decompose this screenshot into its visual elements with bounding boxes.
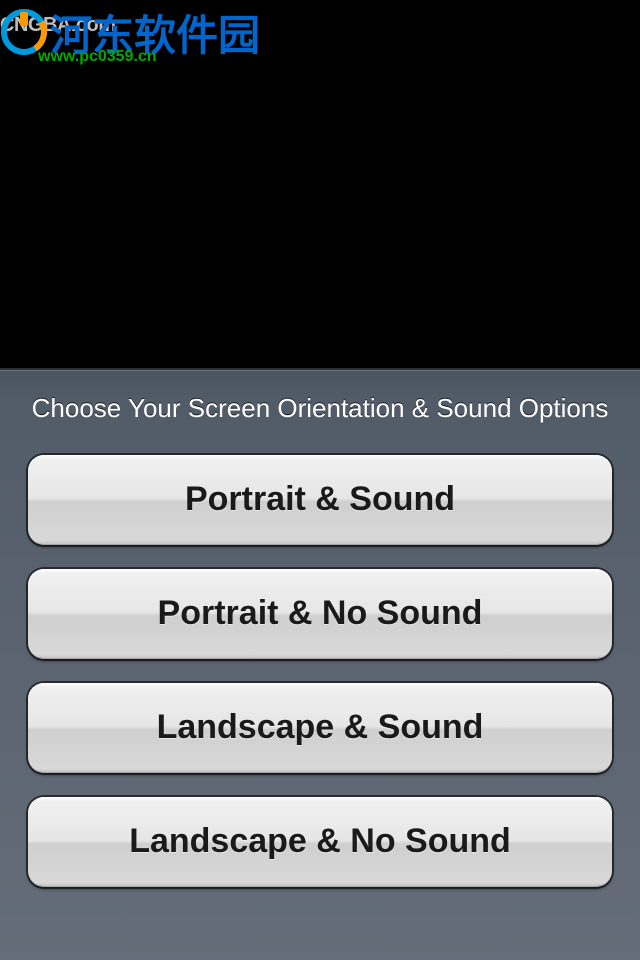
landscape-sound-button[interactable]: Landscape & Sound: [28, 683, 612, 773]
action-sheet-title: Choose Your Screen Orientation & Sound O…: [28, 392, 612, 425]
landscape-no-sound-button[interactable]: Landscape & No Sound: [28, 797, 612, 887]
portrait-sound-button[interactable]: Portrait & Sound: [28, 455, 612, 545]
action-sheet-button-group: Portrait & Sound Portrait & No Sound Lan…: [28, 455, 612, 887]
action-sheet: Choose Your Screen Orientation & Sound O…: [0, 368, 640, 960]
background-black-area: [0, 0, 640, 368]
portrait-no-sound-button[interactable]: Portrait & No Sound: [28, 569, 612, 659]
